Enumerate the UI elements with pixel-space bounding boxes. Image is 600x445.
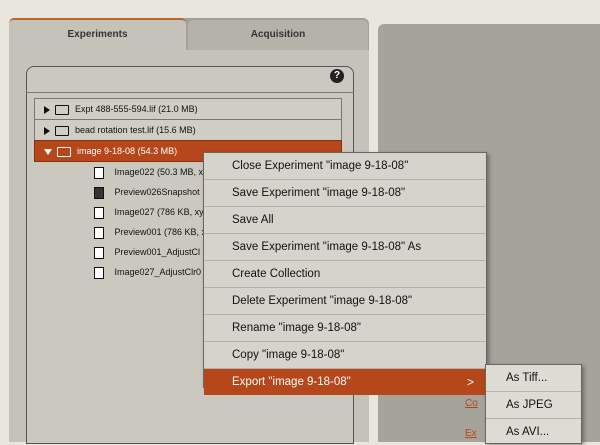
tree-item-label: Preview001_AdjustCl bbox=[114, 247, 201, 257]
tree-item-label: Expt 488-555-594.lif (21.0 MB) bbox=[75, 104, 198, 114]
menu-item-rename[interactable]: Rename "image 9-18-08" bbox=[204, 315, 486, 342]
collapse-arrow-icon[interactable] bbox=[44, 148, 52, 155]
export-submenu: As Tiff... As JPEG As AVI... bbox=[485, 364, 582, 444]
menu-item-export[interactable]: Export "image 9-18-08" > bbox=[204, 369, 486, 395]
folder-icon bbox=[54, 104, 69, 115]
submenu-item-as-avi[interactable]: As AVI... bbox=[486, 419, 581, 445]
link-stub[interactable]: Co bbox=[465, 398, 478, 409]
folder-icon bbox=[54, 125, 69, 136]
document-filled-icon bbox=[94, 186, 104, 199]
context-menu: Close Experiment "image 9-18-08" Save Ex… bbox=[203, 152, 487, 395]
expand-arrow-icon[interactable] bbox=[44, 126, 50, 135]
tree-item-label: image 9-18-08 (54.3 MB) bbox=[77, 146, 178, 156]
tree-item-label: Image027_AdjustClr0 bbox=[114, 267, 202, 277]
menu-item-delete-experiment[interactable]: Delete Experiment "image 9-18-08" bbox=[204, 288, 486, 315]
tree-item-label: bead rotation test.lif (15.6 MB) bbox=[75, 125, 196, 135]
menu-item-save-all[interactable]: Save All bbox=[204, 207, 486, 234]
tree-item-label: Image022 (50.3 MB, x bbox=[114, 167, 204, 177]
menu-item-save-experiment-as[interactable]: Save Experiment "image 9-18-08" As bbox=[204, 234, 486, 261]
document-icon bbox=[94, 206, 104, 219]
menu-item-save-experiment[interactable]: Save Experiment "image 9-18-08" bbox=[204, 180, 486, 207]
submenu-arrow-icon: > bbox=[466, 375, 474, 389]
expand-arrow-icon[interactable] bbox=[44, 105, 50, 114]
tree-item-label: Preview001 (786 KB, x bbox=[114, 227, 207, 237]
tree-item-experiment[interactable]: Expt 488-555-594.lif (21.0 MB) bbox=[34, 98, 342, 119]
submenu-item-as-tiff[interactable]: As Tiff... bbox=[486, 365, 581, 392]
divider bbox=[26, 92, 354, 93]
menu-item-close-experiment[interactable]: Close Experiment "image 9-18-08" bbox=[204, 153, 486, 180]
help-icon[interactable]: ? bbox=[330, 69, 344, 83]
document-icon bbox=[94, 266, 104, 279]
link-stub[interactable]: Ex bbox=[465, 428, 477, 439]
menu-item-copy[interactable]: Copy "image 9-18-08" bbox=[204, 342, 486, 369]
menu-item-label: Export "image 9-18-08" bbox=[232, 376, 351, 388]
submenu-item-as-jpeg[interactable]: As JPEG bbox=[486, 392, 581, 419]
tab-acquisition[interactable]: Acquisition bbox=[188, 20, 368, 50]
open-folder-icon bbox=[56, 146, 71, 157]
menu-item-create-collection[interactable]: Create Collection bbox=[204, 261, 486, 288]
tree-item-experiment[interactable]: bead rotation test.lif (15.6 MB) bbox=[34, 119, 342, 140]
tree-item-label: Preview026Snapshot bbox=[114, 187, 200, 197]
document-icon bbox=[94, 166, 104, 179]
tab-experiments[interactable]: Experiments bbox=[9, 18, 186, 52]
tree-item-label: Image027 (786 KB, xy bbox=[114, 207, 204, 217]
document-icon bbox=[94, 246, 104, 259]
document-icon bbox=[94, 226, 104, 239]
